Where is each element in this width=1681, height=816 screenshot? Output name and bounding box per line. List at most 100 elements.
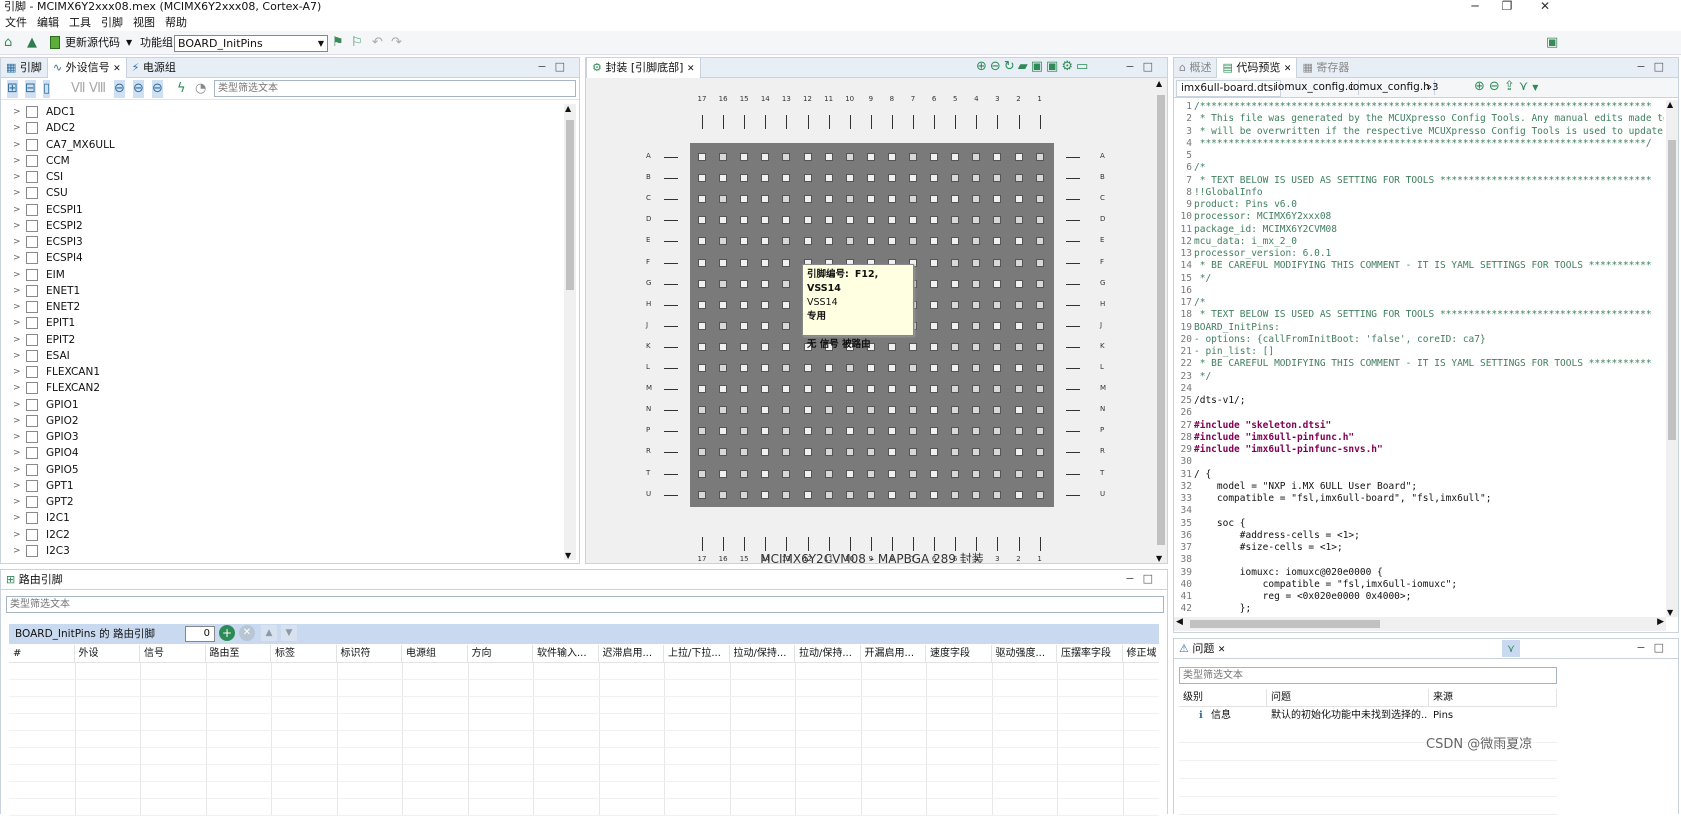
package-canvas[interactable]: MCIMX6Y2CVM08 - MAPBGA 289 封装 引脚编号: F12,… <box>586 79 1154 563</box>
pin[interactable] <box>803 195 812 204</box>
peripheral-item[interactable]: > GPT1 <box>1 478 561 494</box>
pin[interactable] <box>698 258 706 267</box>
pin[interactable] <box>719 153 728 161</box>
pin[interactable] <box>740 427 749 436</box>
pin[interactable] <box>1014 174 1023 183</box>
code-scrollbar[interactable]: ▲ ▼ <box>1666 100 1678 617</box>
scrollbar-thumb[interactable] <box>1668 140 1676 440</box>
pin[interactable] <box>972 490 981 499</box>
expand-icon[interactable]: ⊞ <box>7 80 18 98</box>
scrollbar-thumb[interactable] <box>566 120 574 290</box>
tab-overview[interactable]: ⌂ 概述 <box>1174 58 1216 78</box>
file-tab-board-dtsi[interactable]: imx6ull-board.dtsi <box>1176 80 1282 97</box>
peripheral-item[interactable]: > EIM <box>1 267 561 283</box>
pin[interactable] <box>972 321 981 330</box>
pin[interactable] <box>909 216 917 225</box>
pin[interactable] <box>1035 490 1044 499</box>
pin[interactable] <box>909 364 917 372</box>
pin[interactable] <box>1014 448 1023 457</box>
pin[interactable] <box>740 300 749 309</box>
pin[interactable] <box>1014 153 1023 161</box>
pin[interactable] <box>824 448 833 457</box>
peripheral-checkbox[interactable] <box>26 317 38 330</box>
pin[interactable] <box>845 195 854 204</box>
pin[interactable] <box>1014 490 1023 499</box>
pin[interactable] <box>993 385 1002 394</box>
peripheral-checkbox[interactable] <box>26 479 38 492</box>
peripheral-item[interactable]: > ENET1 <box>1 283 561 299</box>
pin[interactable] <box>698 427 706 436</box>
pin[interactable] <box>909 385 917 394</box>
pin[interactable] <box>887 237 896 246</box>
routed-pins-filter-input[interactable] <box>6 596 1164 613</box>
pin[interactable] <box>698 321 706 330</box>
tab-pins[interactable]: ▦ 引脚 <box>1 58 47 78</box>
pin[interactable] <box>845 406 854 415</box>
pin[interactable] <box>993 174 1002 183</box>
pin[interactable] <box>951 153 960 161</box>
move-down-icon[interactable]: ▼ <box>281 625 297 641</box>
route-icon[interactable]: ⊖ <box>114 80 125 98</box>
pin[interactable] <box>1035 195 1044 204</box>
pin[interactable] <box>972 237 981 246</box>
tab-code-preview[interactable]: ▤ 代码预览 ✕ <box>1216 58 1298 78</box>
tab-routed-pins[interactable]: ⊞ 路由引脚 <box>1 570 68 590</box>
chevron-right-icon[interactable]: > <box>13 299 21 315</box>
pin[interactable] <box>866 237 875 246</box>
chevron-right-icon[interactable]: > <box>13 364 21 380</box>
pin[interactable] <box>782 427 791 436</box>
pin[interactable] <box>824 364 833 372</box>
view-bottom-icon[interactable]: ▣ <box>1046 59 1061 74</box>
pin[interactable] <box>1035 279 1044 288</box>
pin[interactable] <box>761 195 770 204</box>
pin[interactable] <box>845 490 854 499</box>
pin[interactable] <box>761 469 770 478</box>
pin[interactable] <box>993 258 1002 267</box>
refresh-icon[interactable]: ↻ <box>1004 59 1018 74</box>
pin[interactable] <box>951 490 960 499</box>
pin[interactable] <box>866 448 875 457</box>
pin[interactable] <box>740 195 749 204</box>
lightning-icon[interactable]: ϟ <box>177 80 186 98</box>
pin[interactable] <box>782 406 791 415</box>
peripheral-checkbox[interactable] <box>26 252 38 265</box>
peripheral-item[interactable]: > ECSPI2 <box>1 218 561 234</box>
peripheral-item[interactable]: > I2C3 <box>1 543 561 559</box>
pin[interactable] <box>993 153 1002 161</box>
pin[interactable] <box>761 300 770 309</box>
pin[interactable] <box>824 385 833 394</box>
peripheral-item[interactable]: > ADC2 <box>1 120 561 136</box>
pin[interactable] <box>719 321 728 330</box>
close-icon[interactable]: ✕ <box>1218 645 1226 655</box>
pin[interactable] <box>930 490 939 499</box>
pin[interactable] <box>740 153 749 161</box>
menu-pins[interactable]: 引脚 <box>96 14 128 31</box>
pin[interactable] <box>930 385 939 394</box>
pin[interactable] <box>782 174 791 183</box>
chevron-down-icon[interactable]: ▼ <box>1532 83 1542 92</box>
chevron-up-icon[interactable]: ▲ <box>565 104 571 113</box>
wire-icon[interactable]: Ⅶ <box>71 80 86 98</box>
pin[interactable] <box>740 364 749 372</box>
pin[interactable] <box>866 427 875 436</box>
pin[interactable] <box>698 406 706 415</box>
filter-icon[interactable]: ⋎ <box>1519 79 1533 94</box>
pin[interactable] <box>972 258 981 267</box>
peripheral-checkbox[interactable] <box>26 203 38 216</box>
pin[interactable] <box>845 364 854 372</box>
pin[interactable] <box>782 490 791 499</box>
peripheral-item[interactable]: > ENET2 <box>1 299 561 315</box>
pin[interactable] <box>993 448 1002 457</box>
problems-col-problem[interactable]: 问题 <box>1267 689 1429 707</box>
settings-icon[interactable]: ⚙ <box>1061 59 1076 74</box>
peripheral-checkbox[interactable] <box>26 382 38 395</box>
tab-registers[interactable]: ▦ 寄存器 <box>1297 58 1354 78</box>
pin[interactable] <box>740 448 749 457</box>
peripheral-item[interactable]: > ECSPI4 <box>1 250 561 266</box>
chevron-right-icon[interactable]: > <box>13 234 21 250</box>
pin[interactable] <box>845 216 854 225</box>
move-up-icon[interactable]: ▲ <box>261 625 277 641</box>
pin[interactable] <box>782 153 791 161</box>
peripheral-checkbox[interactable] <box>26 544 38 557</box>
peripheral-item[interactable]: > ECSPI3 <box>1 234 561 250</box>
